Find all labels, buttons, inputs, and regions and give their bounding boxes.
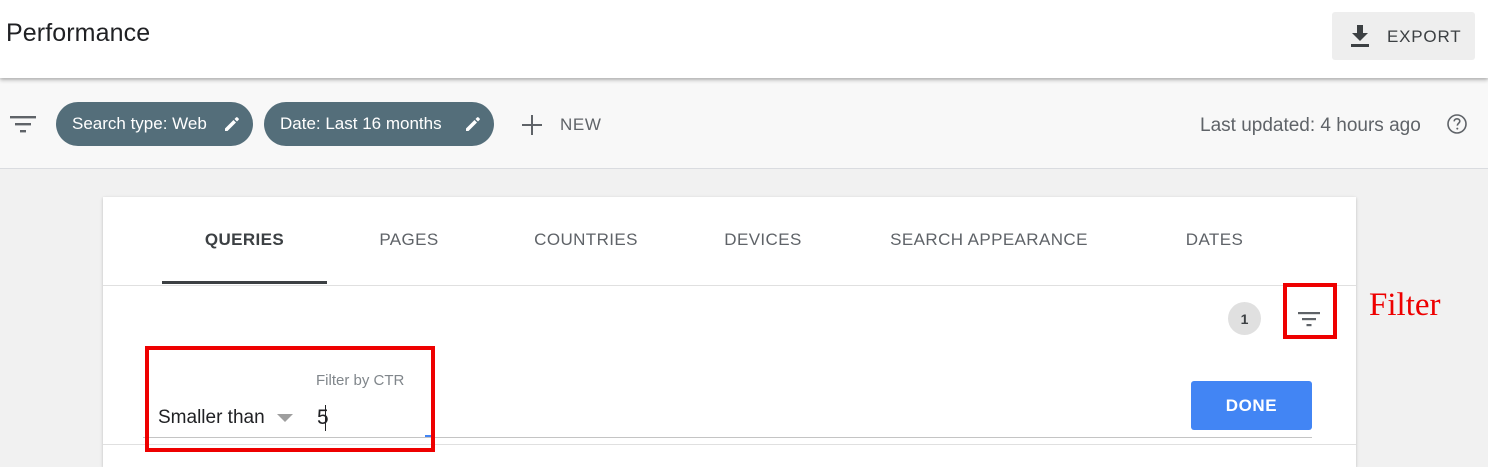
new-label: NEW [560,115,602,134]
top-app-bar: Performance EXPORT [0,0,1488,78]
tab-countries[interactable]: COUNTRIES [511,197,661,285]
chip-label: Search type: Web [72,114,207,133]
tab-pages[interactable]: PAGES [349,197,469,285]
search-type-chip[interactable]: Search type: Web [56,102,253,146]
active-filter-count-badge: 1 [1228,302,1261,335]
annotation-box-filter-form [145,346,435,452]
pencil-icon[interactable] [464,115,482,133]
download-icon [1351,25,1369,47]
done-button[interactable]: DONE [1191,381,1312,430]
page-title: Performance [6,19,151,47]
tab-queries[interactable]: QUERIES [162,197,327,285]
export-label: EXPORT [1387,27,1462,46]
last-updated-text: Last updated: 4 hours ago [1200,115,1421,136]
annotation-box-filter-icon [1283,283,1337,339]
tab-search-appearance[interactable]: SEARCH APPEARANCE [873,197,1105,285]
active-tab-indicator [162,281,327,284]
date-range-chip[interactable]: Date: Last 16 months [264,102,494,146]
chip-label: Date: Last 16 months [280,114,442,133]
annotation-label: Filter [1369,287,1441,323]
help-circle-icon[interactable] [1446,113,1468,135]
tab-dates[interactable]: DATES [1158,197,1271,285]
dimension-tabs: QUERIES PAGES COUNTRIES DEVICES SEARCH A… [103,197,1356,286]
export-button[interactable]: EXPORT [1332,12,1475,60]
plus-icon [522,115,542,135]
filter-list-icon[interactable] [10,114,36,134]
pencil-icon[interactable] [223,115,241,133]
filter-bar: Search type: Web Date: Last 16 months NE… [0,80,1488,169]
tab-devices[interactable]: DEVICES [698,197,828,285]
